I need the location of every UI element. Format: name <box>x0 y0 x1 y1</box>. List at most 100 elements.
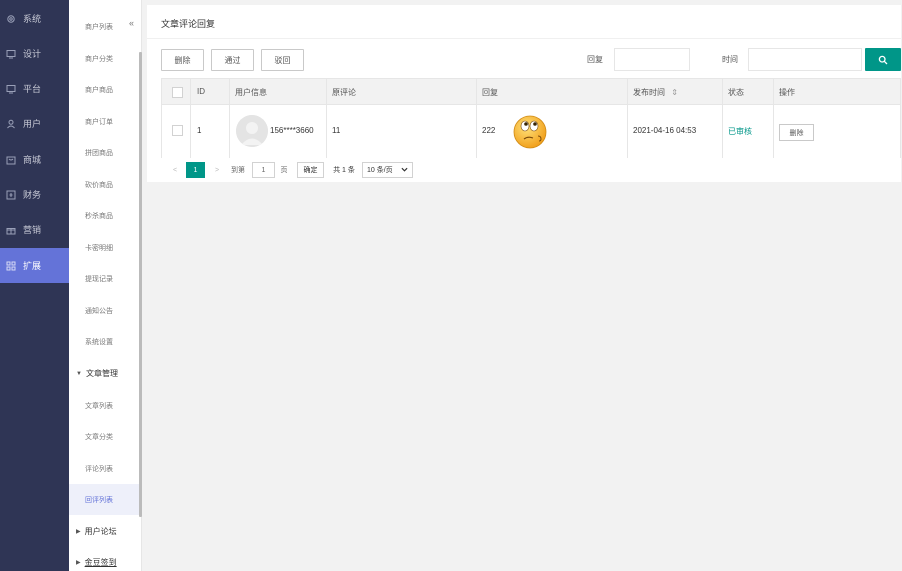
nav-item-label: 平台 <box>23 84 42 94</box>
nav-item-label: 用户 <box>23 119 42 129</box>
sub-item-merchant-orders[interactable]: 商户订单 <box>69 106 139 137</box>
row-delete-button[interactable]: 删除 <box>779 124 814 141</box>
sub-item-notice[interactable]: 通知公告 <box>69 295 139 326</box>
sub-item-label: 回评列表 <box>85 496 113 504</box>
approve-button[interactable]: 通过 <box>211 49 254 71</box>
sub-item-label: 砍价商品 <box>85 181 113 189</box>
main-panel: 文章评论回复 删除 通过 驳回 回复 时间 ID 用户信息 原评论 回复 发布时… <box>147 5 901 182</box>
sub-item-merchant-category[interactable]: 商户分类 <box>69 43 139 74</box>
sort-icon[interactable]: ⇕ <box>671 88 678 97</box>
cell-reply-text: 222 <box>482 126 496 135</box>
header-publish-time-label: 发布时间 <box>633 88 665 97</box>
title-divider <box>147 38 901 39</box>
thinking-emoji-icon <box>513 115 547 149</box>
nav-item-design[interactable]: 设计 <box>0 36 69 71</box>
shop-icon <box>6 155 16 165</box>
cell-original-comment: 11 <box>332 126 341 135</box>
sub-item-group-goods[interactable]: 拼团商品 <box>69 137 139 168</box>
sub-item-label: 商户订单 <box>85 118 113 126</box>
sub-group-article-management[interactable]: ▼ 文章管理 <box>69 358 139 389</box>
cell-publish-time: 2021-04-16 04:53 <box>633 126 697 135</box>
column-divider <box>229 79 230 158</box>
next-page-button[interactable]: > <box>211 162 223 178</box>
time-filter-label: 时间 <box>722 55 738 64</box>
nav-item-finance[interactable]: 财务 <box>0 177 69 212</box>
column-divider <box>627 79 628 158</box>
sub-item-card-detail[interactable]: 卡密明细 <box>69 232 139 263</box>
sub-item-label: 卡密明细 <box>85 244 113 252</box>
grid-icon <box>6 261 16 271</box>
caret-down-icon: ▼ <box>76 370 82 377</box>
prev-page-button[interactable]: < <box>169 162 181 178</box>
sidebar-scrollbar[interactable] <box>139 52 142 517</box>
page-size-value: 10 条/页 <box>367 167 393 174</box>
monitor-icon <box>6 84 16 94</box>
nav-item-label: 财务 <box>23 190 42 200</box>
sub-item-label: 商户列表 <box>85 23 113 31</box>
sub-item-label: 评论列表 <box>85 465 113 473</box>
page-title: 文章评论回复 <box>161 19 216 29</box>
nav-item-shop[interactable]: 商城 <box>0 142 69 177</box>
reply-filter-input[interactable] <box>614 48 690 71</box>
column-divider <box>773 79 774 158</box>
sub-group-label: 用户论坛 <box>84 527 117 536</box>
sub-item-bargain-goods[interactable]: 砍价商品 <box>69 169 139 200</box>
sub-item-article-list[interactable]: 文章列表 <box>69 390 139 421</box>
goto-confirm-button[interactable]: 确定 <box>297 162 324 178</box>
main-nav: 系统 设计 平台 用户 商城 财务 营销 扩展 <box>0 0 69 571</box>
page-label: 页 <box>280 167 288 174</box>
reply-table: ID 用户信息 原评论 回复 发布时间 ⇕ 状态 操作 1 156****366… <box>161 78 901 158</box>
sub-item-label: 秒杀商品 <box>85 212 113 220</box>
header-action: 操作 <box>779 88 795 97</box>
nav-item-user[interactable]: 用户 <box>0 106 69 141</box>
pagination: < 1 > 到第 1 页 确定 共 1 条 10 条/页 <box>161 162 901 180</box>
header-original-comment: 原评论 <box>332 88 356 97</box>
search-button[interactable] <box>865 48 901 71</box>
chevron-down-icon <box>401 166 408 175</box>
column-divider <box>476 79 477 158</box>
select-all-checkbox[interactable] <box>172 87 183 98</box>
sub-item-comment-list[interactable]: 评论列表 <box>69 453 139 484</box>
nav-item-marketing[interactable]: 营销 <box>0 212 69 247</box>
sub-item-withdraw-record[interactable]: 提现记录 <box>69 263 139 294</box>
table-row: 1 156****3660 11 222 2021-04-16 04:53 已审… <box>162 105 900 158</box>
avatar <box>236 115 268 147</box>
sub-item-label: 文章列表 <box>85 402 113 410</box>
header-publish-time[interactable]: 发布时间 ⇕ <box>633 87 678 98</box>
sub-group-label: 文章管理 <box>85 369 118 378</box>
header-status: 状态 <box>728 88 744 97</box>
header-user-info: 用户信息 <box>235 88 267 97</box>
sub-item-label: 商户分类 <box>85 55 113 63</box>
goto-page-input[interactable]: 1 <box>252 162 275 178</box>
reply-filter-label: 回复 <box>587 55 603 64</box>
time-filter-input[interactable] <box>748 48 862 71</box>
total-count: 共 1 条 <box>333 167 355 174</box>
nav-item-label: 设计 <box>23 49 42 59</box>
caret-right-icon: ▶ <box>76 529 81 535</box>
column-divider <box>190 79 191 158</box>
nav-item-extend[interactable]: 扩展 <box>0 248 69 283</box>
nav-item-label: 营销 <box>23 225 42 235</box>
sub-group-bean-signin[interactable]: ▶ 金豆签到 <box>69 547 139 571</box>
sub-item-label: 系统设置 <box>85 338 113 346</box>
sub-item-merchant-goods[interactable]: 商户商品 <box>69 74 139 105</box>
sub-group-user-forum[interactable]: ▶ 用户论坛 <box>69 516 139 547</box>
sub-item-reply-list[interactable]: 回评列表 <box>69 484 139 515</box>
user-icon <box>6 119 16 129</box>
finance-icon <box>6 190 16 200</box>
nav-item-platform[interactable]: 平台 <box>0 71 69 106</box>
page-size-select[interactable]: 10 条/页 <box>362 162 413 178</box>
monitor-icon <box>6 49 16 59</box>
status-badge: 已审核 <box>728 127 752 136</box>
collapse-sidebar-icon[interactable]: « <box>129 18 134 28</box>
current-page[interactable]: 1 <box>186 162 205 178</box>
delete-button[interactable]: 删除 <box>161 49 204 71</box>
sub-group-label: 金豆签到 <box>84 558 117 567</box>
sub-item-system-settings[interactable]: 系统设置 <box>69 326 139 357</box>
reject-button[interactable]: 驳回 <box>261 49 304 71</box>
sub-item-label: 提现记录 <box>85 275 113 283</box>
sub-item-article-category[interactable]: 文章分类 <box>69 421 139 452</box>
sub-item-seckill-goods[interactable]: 秒杀商品 <box>69 200 139 231</box>
nav-item-system[interactable]: 系统 <box>0 1 69 36</box>
row-checkbox[interactable] <box>172 125 183 136</box>
